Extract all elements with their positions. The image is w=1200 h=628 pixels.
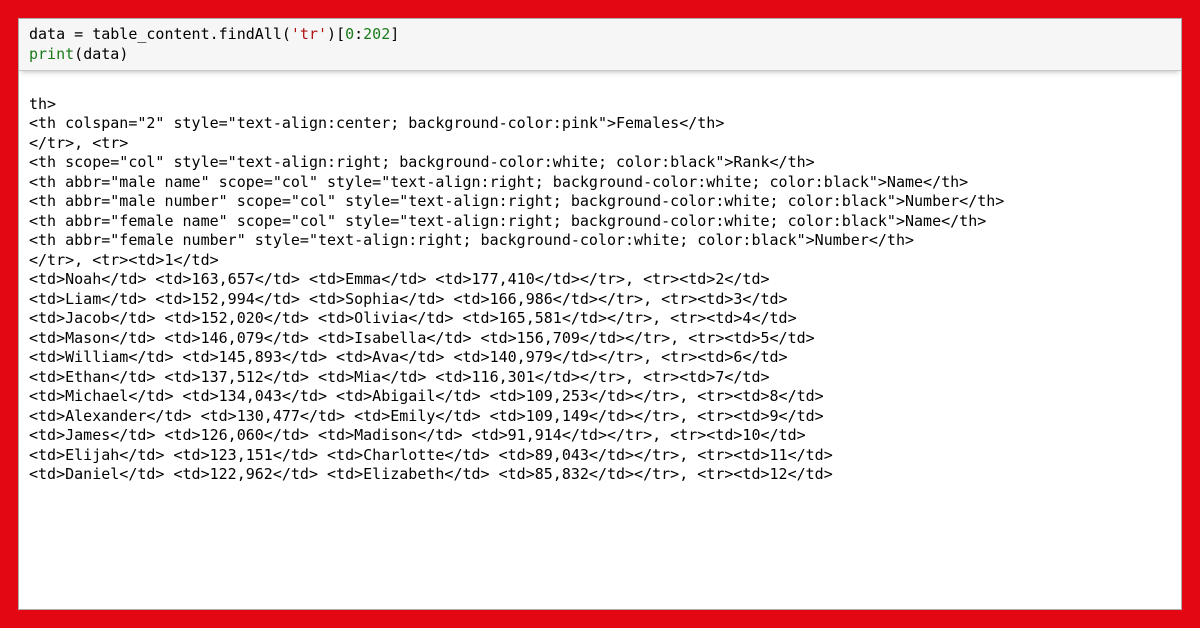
code-paren-close: ) — [119, 45, 128, 63]
output-col-rank: <th scope="col" style="text-align:right;… — [29, 153, 815, 171]
code-variable: data — [29, 25, 65, 43]
code-builtin-print: print — [29, 45, 74, 63]
output-first-row-start: </tr>, <tr><td>1</td> — [29, 251, 219, 269]
code-string-arg: 'tr' — [291, 25, 327, 43]
output-col-female-name: <th abbr="female name" scope="col" style… — [29, 212, 986, 230]
notebook-panel: data = table_content.findAll('tr')[0:202… — [18, 18, 1182, 610]
output-truncated-tag: th> — [29, 95, 56, 113]
code-paren-open: ( — [74, 45, 83, 63]
code-colon: : — [354, 25, 363, 43]
code-cell-input[interactable]: data = table_content.findAll('tr')[0:202… — [19, 19, 1181, 71]
code-method: findAll — [219, 25, 282, 43]
output-col-male-name: <th abbr="male name" scope="col" style="… — [29, 173, 968, 191]
code-paren-close: ) — [327, 25, 336, 43]
code-dot: . — [210, 25, 219, 43]
output-col-female-number: <th abbr="female number" style="text-ali… — [29, 231, 914, 249]
code-cell-output: th> <th colspan="2" style="text-align:ce… — [19, 71, 1181, 495]
code-paren-open: ( — [282, 25, 291, 43]
output-tr-boundary: </tr>, <tr> — [29, 134, 128, 152]
code-bracket-open: [ — [336, 25, 345, 43]
code-bracket-close: ] — [390, 25, 399, 43]
code-object: table_content — [92, 25, 209, 43]
code-print-arg: data — [83, 45, 119, 63]
output-data-rows: <td>Noah</td> <td>163,657</td> <td>Emma<… — [29, 270, 833, 483]
code-number: 202 — [363, 25, 390, 43]
output-col-male-number: <th abbr="male number" scope="col" style… — [29, 192, 1004, 210]
code-number: 0 — [345, 25, 354, 43]
output-header-females: <th colspan="2" style="text-align:center… — [29, 114, 724, 132]
code-equals: = — [65, 25, 92, 43]
